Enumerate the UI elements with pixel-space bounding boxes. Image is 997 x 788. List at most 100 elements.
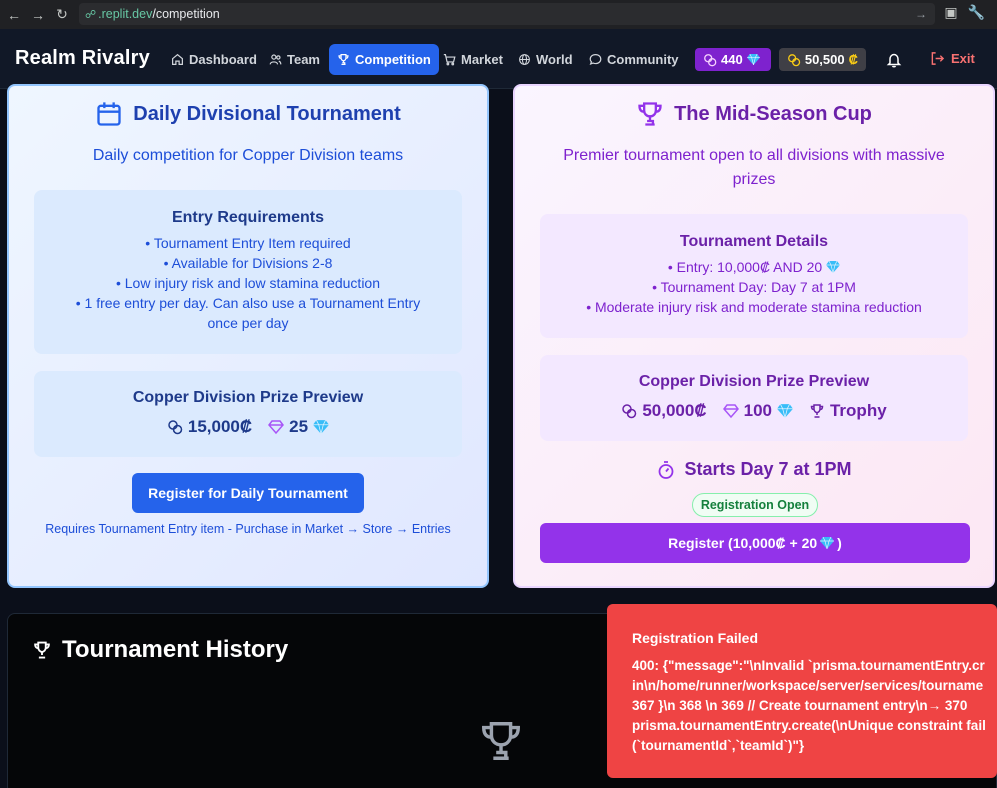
trophy-icon: [638, 102, 662, 126]
credits-count: 50,500: [804, 52, 845, 67]
cup-prize-credits: 50,000₡: [621, 401, 707, 421]
mid-season-cup-card: The Mid-Season Cup Premier tournament op…: [513, 84, 995, 588]
calendar-icon: [97, 102, 121, 126]
toast-title: Registration Failed: [632, 630, 759, 646]
nav-world[interactable]: World: [510, 44, 581, 75]
link-icon: ☍: [85, 8, 97, 21]
credit-symbol: ₡: [848, 52, 858, 67]
list-item: • Entry: 10,000₡ AND 20: [566, 257, 942, 277]
credits-balance[interactable]: 50,500 ₡: [779, 48, 866, 71]
gem-icon: [826, 261, 841, 273]
daily-entry-note: Requires Tournament Entry item - Purchas…: [45, 522, 451, 536]
forward-arrow-icon[interactable]: →: [915, 7, 927, 21]
cup-title-text: The Mid-Season Cup: [674, 102, 872, 125]
home-icon: [172, 53, 183, 65]
status-badge: Registration Open: [692, 493, 818, 517]
logout-icon: [931, 52, 945, 65]
screen-icon[interactable]: ▣: [944, 4, 957, 21]
trophy-icon: [338, 54, 349, 65]
register-cup-close: ): [837, 535, 842, 551]
daily-requirements-box: Entry Requirements • Tournament Entry It…: [34, 190, 462, 354]
coins-icon: [788, 53, 801, 66]
forward-icon[interactable]: →: [28, 5, 48, 25]
reload-icon[interactable]: ↻: [52, 5, 72, 25]
back-icon[interactable]: ←: [4, 5, 24, 25]
trophy-icon: [810, 404, 824, 418]
cup-prize-credits-value: 50,000₡: [642, 401, 707, 420]
cup-start-text: Starts Day 7 at 1PM: [684, 459, 852, 479]
toast-line: 367 }\n 368 \n 369 // Create tournament …: [632, 698, 968, 713]
cup-prize-trophy-label: Trophy: [829, 401, 887, 420]
wrench-icon[interactable]: 🔧: [968, 4, 985, 21]
history-title-text: Tournament History: [62, 636, 289, 663]
timer-icon: [659, 460, 674, 479]
list-item: • Available for Divisions 2-8: [163, 255, 333, 271]
nav-community-label: Community: [607, 52, 679, 67]
chat-icon: [589, 54, 602, 65]
nav-dashboard-label: Dashboard: [189, 52, 257, 67]
daily-prize-box: Copper Division Prize Preview 15,000₡ 25: [34, 371, 462, 457]
toast-line: 400: {"message":"\nInvalid `prisma.tourn…: [632, 658, 985, 673]
daily-card-title: Daily Divisional Tournament: [9, 100, 487, 128]
daily-requirements-title: Entry Requirements: [171, 209, 325, 226]
daily-prize-credits-value: 15,000₡: [187, 417, 253, 436]
nav-team-label: Team: [287, 52, 320, 67]
list-item: • Tournament Day: Day 7 at 1PM: [652, 279, 856, 295]
toast-line: prisma.tournamentEntry.create(\nUnique c…: [632, 718, 986, 733]
daily-prize-gems: 25: [268, 417, 330, 437]
trophy-icon: [482, 722, 520, 760]
brand-logo[interactable]: Realm Rivalry: [15, 47, 150, 70]
daily-prize-title: Copper Division Prize Preview: [132, 389, 364, 406]
list-item: • Low injury risk and low stamina reduct…: [115, 275, 381, 291]
list-item: • Tournament Entry Item required: [145, 235, 351, 251]
nav-community[interactable]: Community: [581, 44, 687, 75]
cup-prize-box: Copper Division Prize Preview 50,000₡ 10…: [540, 355, 968, 441]
cup-prize-title: Copper Division Prize Preview: [638, 373, 870, 390]
cup-entry-cost: • Entry: 10,000₡ AND 20: [667, 259, 823, 275]
coins-icon: [622, 404, 637, 419]
toast-line: in\n/home/runner/workspace/server/servic…: [632, 678, 984, 693]
toast-message: 400: {"message":"\nInvalid `prisma.tourn…: [632, 656, 997, 756]
bell-icon[interactable]: [886, 52, 902, 68]
address-bar[interactable]: ☍ .replit.dev/competition →: [79, 3, 935, 25]
url-path: /competition: [152, 7, 220, 21]
toast-line: (`tournamentId`,`teamId`)"}: [632, 738, 805, 753]
error-toast[interactable]: Registration Failed 400: {"message":"\nI…: [607, 604, 997, 778]
daily-tournament-card: Daily Divisional Tournament Daily compet…: [7, 84, 489, 588]
browser-toolbar: ← → ↻ ☍ .replit.dev/competition → ▣ 🔧: [0, 0, 997, 29]
nav-market-label: Market: [461, 52, 503, 67]
gem-outline-icon: [268, 420, 285, 435]
gems-count: 440: [721, 52, 743, 67]
register-daily-button[interactable]: Register for Daily Tournament: [132, 473, 364, 513]
url-host: .replit.dev: [98, 7, 153, 21]
gems-balance[interactable]: 440: [695, 48, 771, 71]
exit-label: Exit: [951, 51, 975, 66]
daily-subtitle: Daily competition for Copper Division te…: [92, 147, 404, 164]
history-title: Tournament History: [32, 636, 288, 664]
nav-market[interactable]: Market: [435, 44, 511, 75]
cup-subtitle: Premier tournament open to all divisions…: [563, 147, 945, 188]
cart-icon: [443, 54, 456, 66]
coins-icon: [704, 53, 717, 66]
gem-icon: [776, 403, 793, 418]
cup-details-box: Tournament Details • Entry: 10,000₡ AND …: [540, 214, 968, 338]
daily-prize-credits: 15,000₡: [167, 417, 252, 437]
cup-start-time: Starts Day 7 at 1PM: [515, 459, 993, 480]
cup-prize-gems: 100: [722, 401, 793, 421]
cup-prize-gems-value: 100: [743, 401, 772, 420]
cup-details-title: Tournament Details: [679, 233, 829, 250]
nav-world-label: World: [536, 52, 573, 67]
cup-prize-trophy: Trophy: [809, 401, 887, 421]
register-cup-button[interactable]: Register (10,000₡ + 20 ): [540, 523, 970, 563]
nav-dashboard[interactable]: Dashboard: [163, 44, 265, 75]
cup-card-title: The Mid-Season Cup: [515, 100, 993, 128]
gem-outline-icon: [722, 404, 739, 419]
gem-icon: [746, 54, 760, 65]
nav-competition[interactable]: Competition: [329, 44, 439, 75]
app-navbar: Realm Rivalry Dashboard Team Competition…: [0, 29, 997, 89]
nav-team[interactable]: Team: [261, 44, 328, 75]
exit-button[interactable]: Exit: [930, 51, 975, 66]
register-cup-label: Register (10,000₡ + 20: [668, 535, 818, 551]
daily-title-text: Daily Divisional Tournament: [133, 102, 401, 125]
daily-prize-gems-value: 25: [289, 417, 309, 436]
